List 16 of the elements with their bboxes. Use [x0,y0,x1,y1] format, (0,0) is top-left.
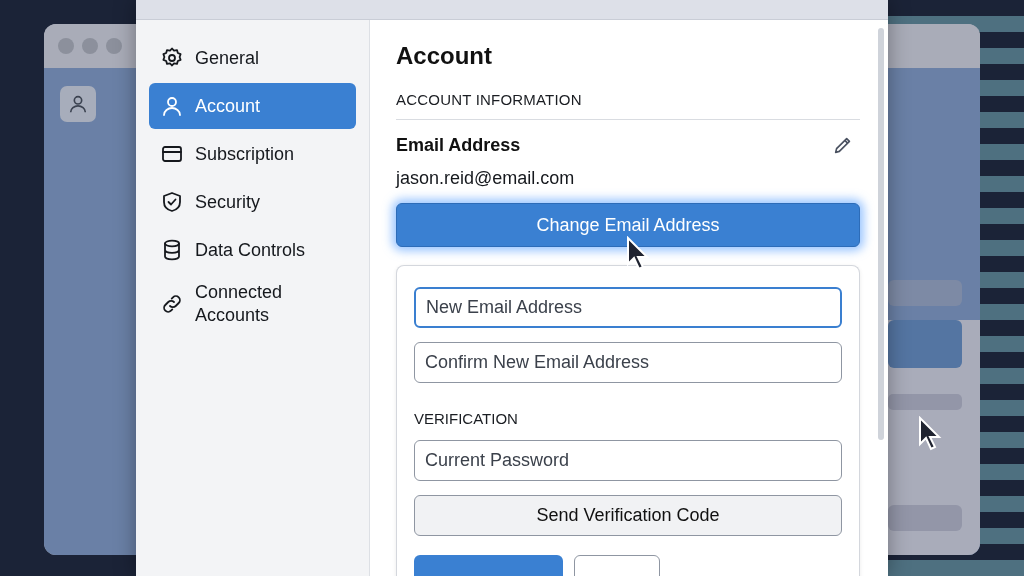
sidebar-item[interactable]: Account [149,83,356,129]
section-heading: VERIFICATION [414,411,519,428]
change-email-button[interactable]: Change Email Address [396,203,860,247]
field-label: Email Address [396,134,521,157]
email-value: jason.reid@email.com [396,167,576,189]
input-field[interactable]: New Email Address [414,287,842,329]
send-code-button[interactable]: Send Verification Code [414,495,842,536]
sidebar-item[interactable]: Connected Accounts [149,281,356,327]
page-title: Account [396,41,493,71]
input-field[interactable]: Current Password [414,440,842,482]
sidebar-item[interactable]: Security [149,179,356,225]
sidebar-item[interactable]: General [149,35,356,81]
sidebar-item[interactable]: Subscription [149,131,356,177]
section-heading: ACCOUNT INFORMATION [396,90,583,110]
input-field[interactable]: Confirm New Email Address [414,342,842,384]
sidebar-item[interactable]: Data Controls [149,227,356,273]
